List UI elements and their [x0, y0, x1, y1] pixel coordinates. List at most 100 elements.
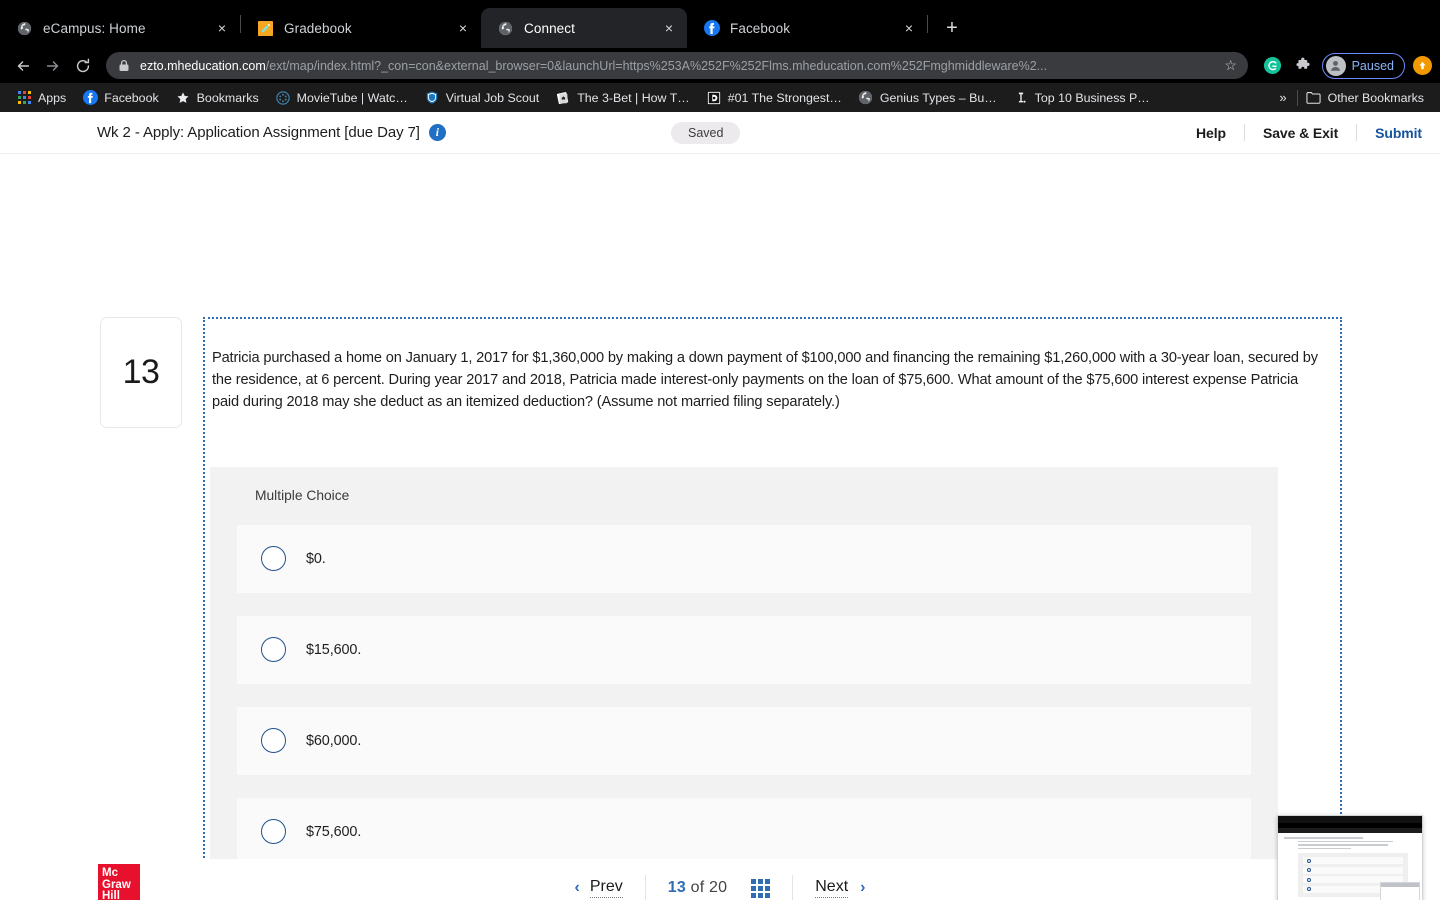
back-icon[interactable] — [8, 51, 38, 81]
tab-title: Connect — [524, 20, 575, 36]
next-button[interactable]: Next › — [793, 866, 887, 900]
bookmarks-overflow-button[interactable]: » — [1269, 90, 1296, 105]
close-icon[interactable]: × — [901, 20, 917, 36]
cards-icon — [555, 90, 571, 106]
browser-tab-ecampus[interactable]: eCampus: Home × — [0, 8, 240, 48]
forward-icon[interactable] — [38, 51, 68, 81]
bookmark-other-bookmarks[interactable]: Other Bookmarks — [1298, 86, 1432, 110]
bookmark-label: Top 10 Business P… — [1034, 90, 1150, 105]
bookmarks-bar: Apps Facebook Bookmarks MovieTube | Watc… — [0, 83, 1440, 112]
browser-tab-facebook[interactable]: Facebook × — [687, 8, 927, 48]
apps-grid-icon — [16, 90, 32, 106]
bookmark-virtual-job-scout[interactable]: Virtual Job Scout — [416, 86, 547, 110]
answer-options-list: $0. $15,600. $60,000. $75,600. — [210, 524, 1278, 900]
bookmark-label: MovieTube | Watc… — [296, 90, 408, 105]
thumb-option — [1303, 857, 1403, 865]
shield-icon — [424, 90, 440, 106]
profile-status-label: Paused — [1351, 58, 1394, 73]
header-actions: Help Save & Exit Submit — [1178, 124, 1422, 141]
profile-button[interactable]: Paused — [1321, 52, 1405, 79]
bookmark-bookmarks[interactable]: Bookmarks — [167, 86, 267, 110]
question-number-box: 13 — [100, 317, 182, 428]
star-icon[interactable]: ☆ — [1220, 57, 1242, 74]
question-content-area: 13 Patricia purchased a home on January … — [0, 154, 1440, 900]
extensions-puzzle-icon[interactable] — [1290, 53, 1316, 79]
radio-button[interactable] — [261, 728, 286, 754]
thumb-line — [1298, 847, 1351, 850]
total-pages: 20 — [709, 879, 728, 896]
folder-icon — [1306, 90, 1322, 106]
globe-icon — [16, 20, 33, 37]
logo-line-3: Hill — [102, 890, 120, 900]
bookmark-label: Bookmarks — [196, 90, 259, 105]
star-icon — [175, 90, 191, 106]
status-badge: Saved — [671, 121, 741, 144]
url-text: ezto.mheducation.com/ext/map/index.html?… — [140, 59, 1220, 73]
update-arrow-icon[interactable] — [1413, 56, 1432, 75]
assignment-footer: Mc Graw Hill Education ‹ Prev 13 of 20 N… — [0, 815, 1440, 900]
thumb-tabstrip — [1278, 816, 1422, 823]
answer-option-1[interactable]: $0. — [237, 524, 1251, 593]
answer-option-4[interactable]: $75,600. — [237, 797, 1251, 866]
thumb-nested-preview — [1380, 882, 1420, 900]
page-counter: 13 of 20 — [668, 879, 727, 897]
browser-tab-gradebook[interactable]: Gradebook × — [241, 8, 481, 48]
new-tab-button[interactable]: + — [938, 14, 966, 42]
bookmark-label: #01 The Strongest… — [727, 90, 842, 105]
facebook-icon — [703, 20, 720, 37]
bookmark-apps[interactable]: Apps — [8, 86, 74, 110]
url-path: /ext/map/index.html?_con=con&external_br… — [265, 58, 1048, 73]
thumb-option — [1303, 866, 1403, 874]
podcast-icon — [706, 90, 722, 106]
close-icon[interactable]: × — [455, 20, 471, 36]
thumb-line — [1298, 840, 1394, 843]
prev-button[interactable]: ‹ Prev — [553, 866, 645, 900]
thumb-line — [1284, 837, 1364, 839]
facebook-icon — [82, 90, 98, 106]
answer-option-label: $75,600. — [306, 823, 362, 840]
bookmark-label: Apps — [38, 90, 67, 105]
bookmark-movietube[interactable]: MovieTube | Watc… — [267, 86, 416, 110]
radio-button[interactable] — [261, 546, 286, 572]
bookmark-top-10-business[interactable]: Top 10 Business P… — [1005, 86, 1158, 110]
close-icon[interactable]: × — [214, 20, 230, 36]
address-bar[interactable]: ezto.mheducation.com/ext/map/index.html?… — [106, 52, 1248, 79]
bookmark-label: The 3-Bet | How T… — [577, 90, 690, 105]
bookmark-01-the-strongest[interactable]: #01 The Strongest… — [698, 86, 850, 110]
question-type-label: Multiple Choice — [255, 487, 350, 503]
logo-line-1: Mc — [102, 867, 118, 879]
grid-view-icon[interactable] — [751, 878, 771, 898]
screenshot-thumbnail-preview[interactable] — [1277, 815, 1423, 900]
answer-option-label: $60,000. — [306, 732, 362, 749]
answer-option-3[interactable]: $60,000. — [237, 706, 1251, 775]
page-indicator: 13 of 20 — [646, 866, 792, 900]
page-title: Wk 2 - Apply: Application Assignment [du… — [97, 124, 420, 141]
radio-button[interactable] — [261, 819, 286, 845]
pencil-icon — [257, 20, 274, 37]
question-region: Patricia purchased a home on January 1, … — [203, 317, 1342, 900]
mic-icon — [1013, 90, 1029, 106]
bookmark-facebook[interactable]: Facebook — [74, 86, 166, 110]
help-button[interactable]: Help — [1178, 125, 1244, 141]
chevron-right-icon: › — [860, 879, 866, 896]
answer-option-label: $15,600. — [306, 641, 362, 658]
submit-button[interactable]: Submit — [1357, 125, 1422, 141]
multiple-choice-panel: Multiple Choice $0. $15,600. $60,000. $7… — [210, 466, 1278, 900]
bookmark-the-3-bet[interactable]: The 3-Bet | How T… — [547, 86, 697, 110]
answer-option-label: $0. — [306, 550, 326, 567]
avatar-icon — [1325, 55, 1346, 76]
reload-icon[interactable] — [68, 51, 98, 81]
tab-strip: eCampus: Home × Gradebook × Connect × Fa… — [0, 0, 1440, 48]
save-and-exit-button[interactable]: Save & Exit — [1245, 125, 1356, 141]
info-icon[interactable]: i — [428, 124, 446, 141]
globe-icon — [497, 20, 514, 37]
grammarly-icon[interactable] — [1260, 53, 1286, 79]
bookmark-label: Virtual Job Scout — [445, 90, 540, 105]
next-label: Next — [815, 878, 849, 898]
browser-tab-connect[interactable]: Connect × — [481, 8, 687, 48]
tab-title: Facebook — [730, 20, 791, 36]
bookmark-genius-types[interactable]: Genius Types – Bu… — [850, 86, 1005, 110]
radio-button[interactable] — [261, 637, 286, 663]
close-icon[interactable]: × — [661, 20, 677, 36]
answer-option-2[interactable]: $15,600. — [237, 615, 1251, 684]
